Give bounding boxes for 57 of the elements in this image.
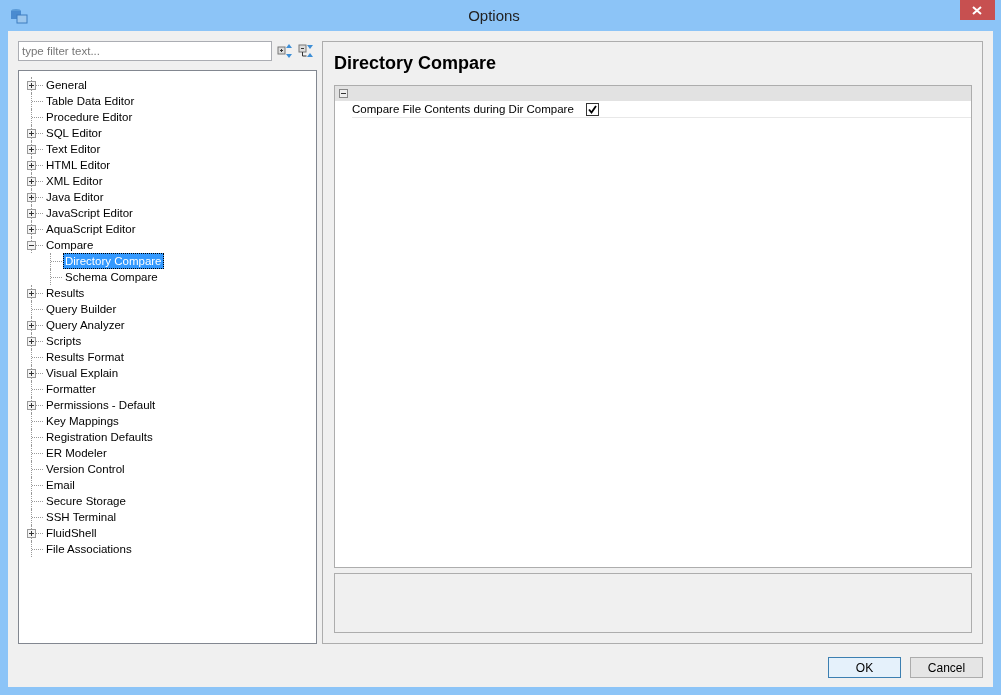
- tree-item[interactable]: FluidShell: [44, 525, 99, 541]
- close-button[interactable]: [960, 0, 995, 20]
- tree-item[interactable]: JavaScript Editor: [44, 205, 135, 221]
- tree-item[interactable]: General: [44, 77, 89, 93]
- tree-item[interactable]: SQL Editor: [44, 125, 104, 141]
- tree-item[interactable]: Version Control: [44, 461, 127, 477]
- tree-item[interactable]: SSH Terminal: [44, 509, 119, 525]
- tree-item[interactable]: XML Editor: [44, 173, 105, 189]
- tree-item[interactable]: Query Builder: [44, 301, 119, 317]
- collapse-icon[interactable]: [339, 89, 348, 98]
- expander-icon[interactable]: [27, 224, 36, 234]
- tree-item[interactable]: Results: [44, 285, 87, 301]
- expander-icon[interactable]: [27, 336, 36, 346]
- expander-icon[interactable]: [27, 208, 36, 218]
- tree-item[interactable]: Scripts: [44, 333, 84, 349]
- expander-icon[interactable]: [27, 176, 36, 186]
- ok-button[interactable]: OK: [828, 657, 901, 678]
- tree-item[interactable]: Visual Explain: [44, 365, 121, 381]
- cancel-button[interactable]: Cancel: [910, 657, 983, 678]
- tree-item[interactable]: Results Format: [44, 349, 126, 365]
- tree-item[interactable]: AquaScript Editor: [44, 221, 138, 237]
- tree-item[interactable]: HTML Editor: [44, 157, 113, 173]
- tree-item[interactable]: Procedure Editor: [44, 109, 135, 125]
- tree-item[interactable]: Registration Defaults: [44, 429, 155, 445]
- expand-all-icon[interactable]: [277, 43, 293, 59]
- expander-icon[interactable]: [27, 288, 36, 298]
- tree-item[interactable]: Java Editor: [44, 189, 106, 205]
- tree-item[interactable]: Email: [44, 477, 77, 493]
- filter-field[interactable]: type filter text...: [18, 41, 272, 61]
- window-title: Options: [468, 7, 520, 24]
- expander-icon[interactable]: [27, 128, 36, 138]
- expander-icon[interactable]: [27, 528, 36, 538]
- expander-icon[interactable]: [27, 144, 36, 154]
- expander-icon[interactable]: [27, 320, 36, 330]
- page-title: Directory Compare: [334, 53, 498, 75]
- tree-item[interactable]: Schema Compare: [63, 269, 160, 285]
- expander-icon[interactable]: [27, 400, 36, 410]
- expander-icon[interactable]: [27, 192, 36, 202]
- tree-item[interactable]: File Associations: [44, 541, 134, 557]
- tree-item[interactable]: Key Mappings: [44, 413, 121, 429]
- tree-item[interactable]: Text Editor: [44, 141, 103, 157]
- tree-item[interactable]: Table Data Editor: [44, 93, 137, 109]
- app-icon: [10, 8, 28, 24]
- tree-item[interactable]: Query Analyzer: [44, 317, 127, 333]
- expander-icon[interactable]: [27, 80, 36, 90]
- tree-item[interactable]: Permissions - Default: [44, 397, 158, 413]
- checkbox[interactable]: [586, 102, 599, 116]
- expander-icon[interactable]: [27, 368, 36, 378]
- property-label: Compare File Contents during Dir Compare: [352, 103, 575, 115]
- expander-icon[interactable]: [27, 160, 36, 170]
- tree-item[interactable]: ER Modeler: [44, 445, 109, 461]
- tree-item[interactable]: Compare: [44, 237, 96, 253]
- tree-item[interactable]: Formatter: [44, 381, 98, 397]
- close-icon: [972, 5, 983, 15]
- collapse-all-icon[interactable]: [298, 43, 314, 59]
- expander-icon[interactable]: [27, 240, 36, 250]
- tree-item[interactable]: Secure Storage: [44, 493, 128, 509]
